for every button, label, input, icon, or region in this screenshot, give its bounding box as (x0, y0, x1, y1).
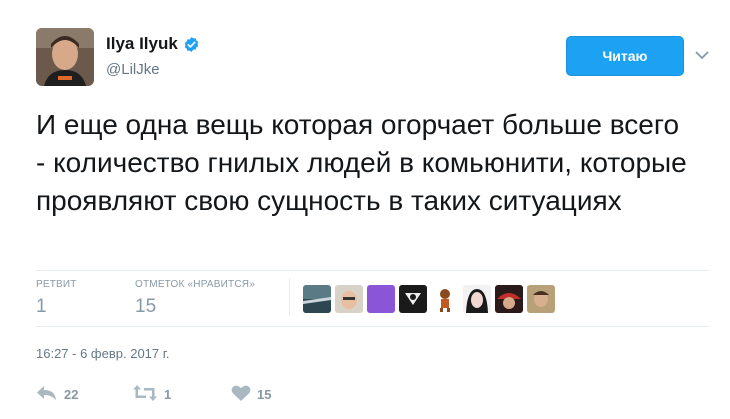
divider (36, 326, 710, 327)
author-avatar[interactable] (36, 28, 94, 86)
stat-separator (289, 278, 290, 316)
like-count: 15 (257, 387, 272, 402)
tweet-timestamp[interactable]: 16:27 - 6 февр. 2017 г. (36, 346, 170, 361)
avatar-image (36, 28, 94, 86)
reply-icon (36, 384, 58, 405)
author-handle[interactable]: @LilJke (106, 61, 160, 78)
chevron-down-icon[interactable] (695, 47, 709, 65)
liker-avatar[interactable] (303, 285, 331, 313)
liker-avatar[interactable] (463, 285, 491, 313)
tweet-text: И еще одна вещь которая огорчает больше … (36, 109, 687, 216)
verified-badge-icon (183, 36, 200, 53)
retweet-icon (132, 384, 158, 405)
like-stat-value: 15 (135, 296, 157, 317)
retweet-button[interactable]: 1 (132, 384, 171, 405)
liker-avatar[interactable] (367, 285, 395, 313)
like-button[interactable]: 15 (231, 384, 271, 405)
retweet-stat-value: 1 (36, 296, 47, 317)
liker-avatar[interactable] (399, 285, 427, 313)
liker-avatar[interactable] (431, 285, 459, 313)
author-name-row[interactable]: Ilya Ilyuk (106, 34, 200, 54)
author-name[interactable]: Ilya Ilyuk (106, 34, 178, 54)
reply-button[interactable]: 22 (36, 384, 78, 405)
retweet-count: 1 (164, 387, 172, 402)
reply-count: 22 (64, 387, 79, 402)
following-button[interactable]: Читаю (566, 36, 684, 76)
liker-avatar[interactable] (335, 285, 363, 313)
likers-avatars (303, 285, 555, 313)
divider (36, 270, 710, 271)
like-stat[interactable]: ОТМЕТОК «НРАВИТСЯ» 15 (135, 279, 255, 318)
liker-avatar[interactable] (495, 285, 523, 313)
like-stat-label: ОТМЕТОК «НРАВИТСЯ» (135, 279, 255, 290)
retweet-stat-label: РЕТВИТ (36, 279, 77, 290)
retweet-stat[interactable]: РЕТВИТ 1 (36, 279, 77, 318)
liker-avatar[interactable] (527, 285, 555, 313)
heart-icon (231, 384, 251, 405)
